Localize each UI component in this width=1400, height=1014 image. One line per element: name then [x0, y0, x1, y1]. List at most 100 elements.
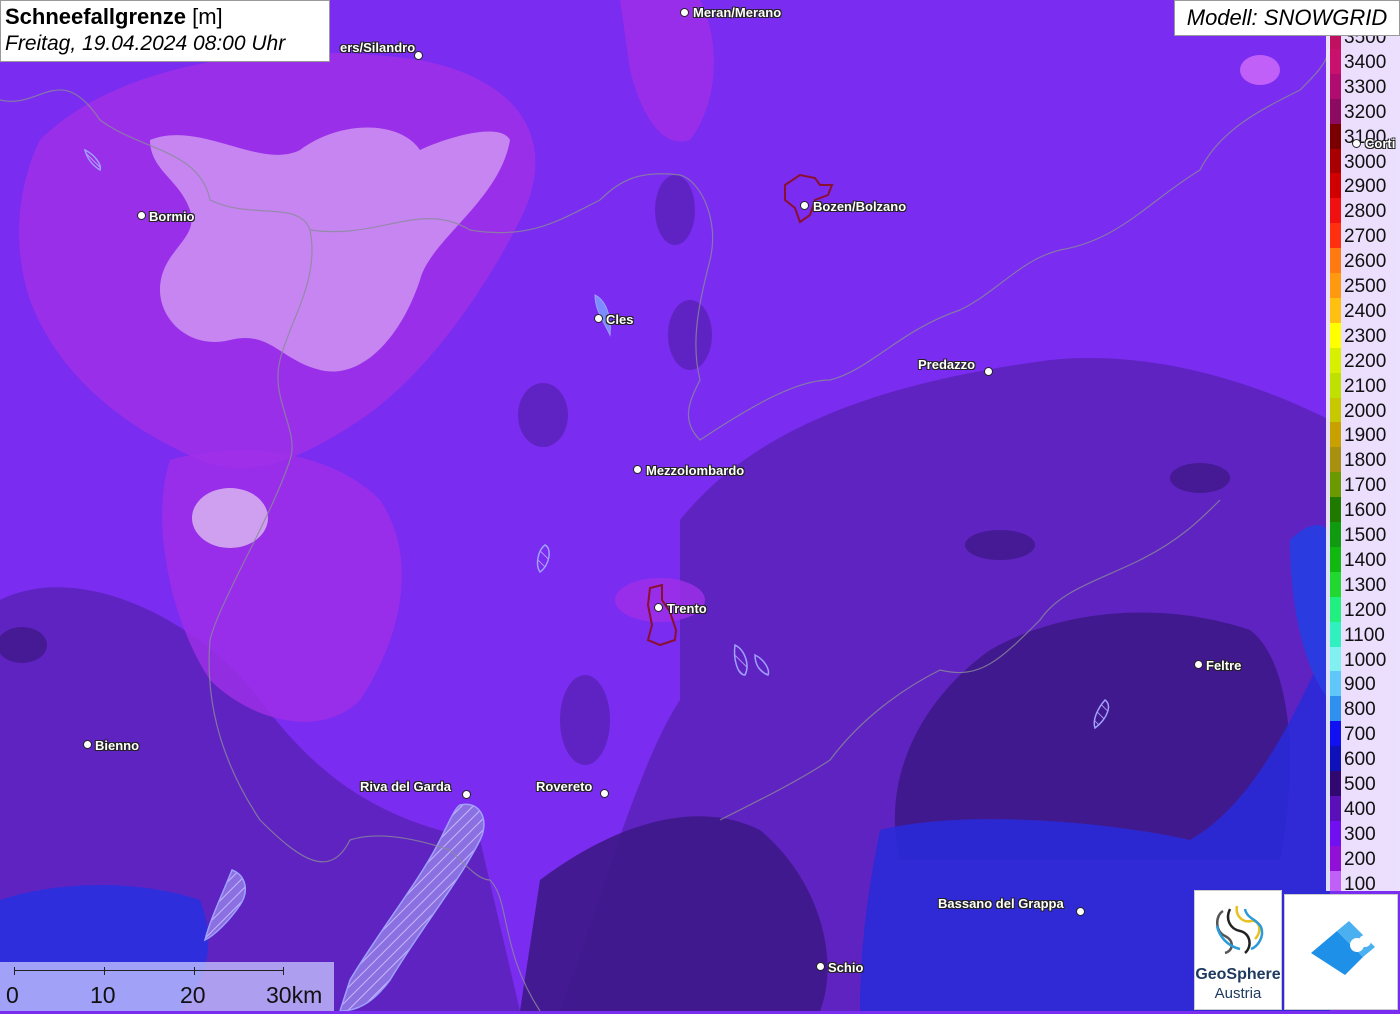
legend-row: 1600 — [1326, 497, 1400, 523]
snowfall-line-map[interactable] — [0, 0, 1400, 1011]
place-label: Cles — [606, 312, 634, 327]
legend-swatch — [1330, 771, 1341, 796]
legend-row: 3400 — [1326, 48, 1400, 74]
legend-label: 1400 — [1344, 549, 1387, 571]
legend-row: 2200 — [1326, 347, 1400, 373]
place-marker[interactable] — [984, 367, 993, 376]
place-marker[interactable] — [414, 51, 423, 60]
legend-swatch — [1330, 721, 1341, 747]
legend-row: 2400 — [1326, 297, 1400, 323]
legend-row: 2800 — [1326, 198, 1400, 224]
map-title-box: Schneefallgrenze [m] Freitag, 19.04.2024… — [0, 0, 330, 62]
legend-row: 1200 — [1326, 596, 1400, 622]
place-marker[interactable] — [600, 789, 609, 798]
legend-label: 2100 — [1344, 375, 1387, 397]
place-marker[interactable] — [83, 740, 92, 749]
place-marker[interactable] — [800, 201, 809, 210]
scale-label-20: 20 — [180, 982, 206, 1008]
geosphere-line2: Austria — [1214, 985, 1262, 1002]
legend-swatch — [1330, 73, 1341, 99]
legend-label: 2800 — [1344, 201, 1387, 223]
legend-label: 200 — [1344, 848, 1376, 870]
legend-row: 1500 — [1326, 522, 1400, 547]
legend-swatch — [1330, 696, 1341, 722]
scale-tick — [194, 967, 195, 975]
geosphere-logo[interactable]: GeoSphere Austria — [1194, 890, 1282, 1010]
place-marker[interactable] — [1076, 907, 1085, 916]
legend-label: 1500 — [1344, 525, 1387, 546]
legend-swatch — [1330, 472, 1341, 498]
legend-row: 2600 — [1326, 248, 1400, 274]
legend-label: 2600 — [1344, 251, 1387, 273]
color-legend: 3500 3400 3300 3200 3100 3000 2900 2800 2700 2600… — [1326, 36, 1400, 891]
legend-label: 3300 — [1344, 76, 1387, 98]
place-label: Predazzo — [918, 357, 976, 372]
legend-row: 700 — [1326, 721, 1400, 747]
place-label: Meran/Merano — [693, 5, 782, 20]
scale-label-10: 10 — [90, 982, 116, 1008]
legend-swatch — [1330, 347, 1341, 373]
legend-swatch — [1330, 198, 1341, 224]
legend-swatch — [1330, 123, 1341, 149]
legend-swatch — [1330, 48, 1341, 74]
place-marker[interactable] — [1352, 139, 1361, 148]
weather-app-logo-icon — [1311, 921, 1375, 975]
legend-swatch — [1330, 497, 1341, 523]
legend-label: 100 — [1344, 873, 1376, 891]
scale-tick — [104, 967, 105, 975]
map-title: Schneefallgrenze [m] — [5, 3, 325, 31]
legend-swatch — [1330, 447, 1341, 473]
legend-label: 1300 — [1344, 574, 1387, 596]
scale-label-30km: 30km — [266, 982, 323, 1008]
place-label: Trento — [667, 601, 707, 616]
place-marker[interactable] — [1194, 660, 1203, 669]
place-label: ers/Silandro — [340, 40, 416, 55]
legend-label: 900 — [1344, 674, 1376, 696]
place-marker[interactable] — [594, 314, 603, 323]
place-marker[interactable] — [462, 790, 471, 799]
map-datetime: Freitag, 19.04.2024 08:00 Uhr — [5, 32, 286, 55]
place-label: Feltre — [1206, 658, 1242, 673]
scale-bar: 0 10 20 30km — [0, 962, 334, 1011]
legend-swatch — [1330, 273, 1341, 298]
place-label: Corti — [1365, 136, 1396, 151]
place-marker[interactable] — [654, 603, 663, 612]
legend-row: 200 — [1326, 845, 1400, 871]
legend-row: 600 — [1326, 746, 1400, 772]
legend-swatch — [1330, 646, 1341, 672]
legend-label: 700 — [1344, 724, 1376, 746]
legend-swatch — [1330, 223, 1341, 249]
place-label: Bormio — [149, 209, 195, 224]
zone-100-ne — [1240, 55, 1280, 85]
place-label: Schio — [828, 960, 864, 975]
place-label: Rovereto — [536, 779, 593, 794]
place-marker[interactable] — [680, 8, 689, 17]
legend-label: 2700 — [1344, 226, 1387, 248]
legend-swatch — [1330, 746, 1341, 772]
legend-row: 2900 — [1326, 173, 1400, 199]
legend-label: 3000 — [1344, 151, 1387, 173]
legend-label: 600 — [1344, 749, 1376, 771]
title-unit: [m] — [192, 4, 223, 29]
legend-swatch — [1330, 596, 1341, 622]
legend-row: 400 — [1326, 795, 1400, 821]
weather-app-logo[interactable] — [1284, 894, 1398, 1010]
legend-swatch — [1330, 372, 1341, 398]
legend-label: 2400 — [1344, 300, 1387, 322]
legend-label: 2200 — [1344, 350, 1387, 372]
legend-swatch — [1330, 621, 1341, 647]
legend-row: 1700 — [1326, 472, 1400, 498]
legend-swatch — [1330, 845, 1341, 871]
legend-label: 2900 — [1344, 176, 1387, 198]
legend-row: 500 — [1326, 771, 1400, 796]
place-marker[interactable] — [137, 211, 146, 220]
legend-row: 3500 — [1326, 36, 1400, 49]
place-marker[interactable] — [633, 465, 642, 474]
legend-label: 2300 — [1344, 325, 1387, 347]
legend-label: 1900 — [1344, 425, 1387, 447]
geosphere-line1: GeoSphere — [1195, 966, 1281, 983]
legend-swatch — [1330, 173, 1341, 199]
legend-label: 3200 — [1344, 101, 1387, 123]
place-marker[interactable] — [816, 962, 825, 971]
legend-swatch — [1330, 397, 1341, 423]
